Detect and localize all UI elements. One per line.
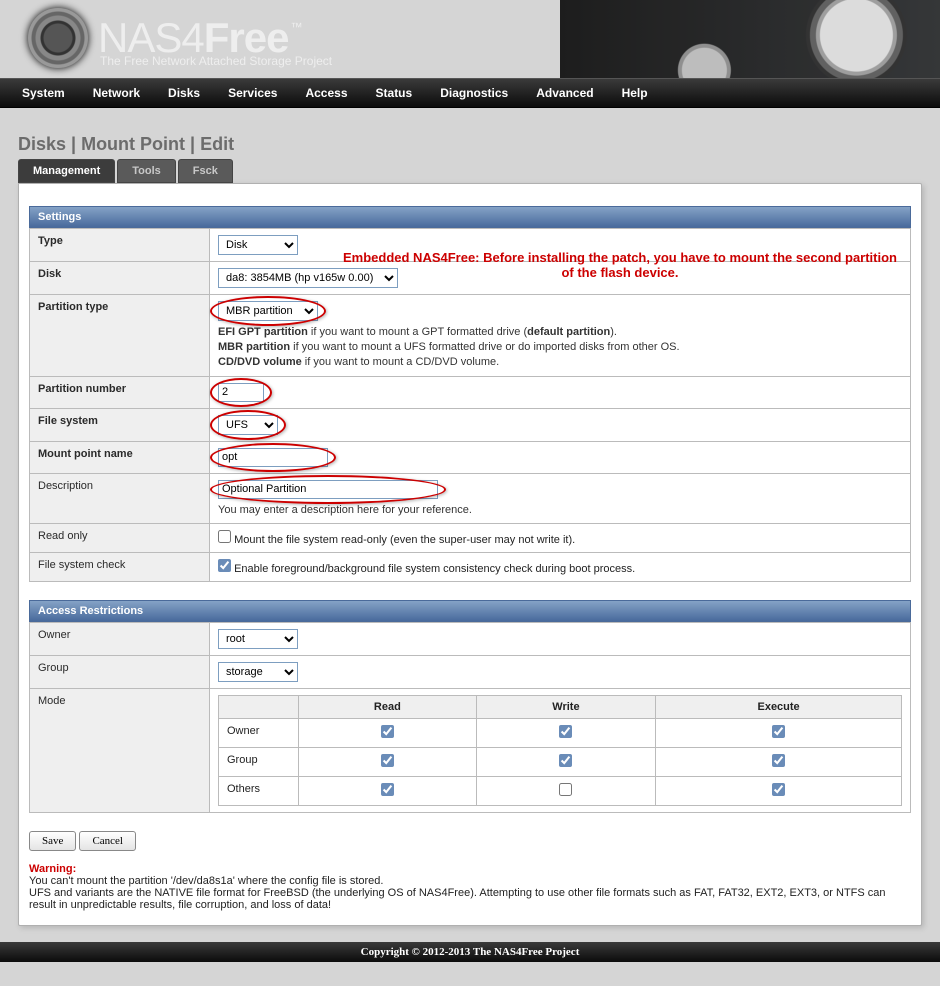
- checkbox-readonly[interactable]: [218, 530, 231, 543]
- input-mountpoint-name[interactable]: [218, 448, 328, 467]
- footer: Copyright © 2012-2013 The NAS4Free Proje…: [0, 942, 940, 962]
- nav-access[interactable]: Access: [305, 86, 347, 100]
- label-desc: Description: [30, 473, 210, 524]
- label-mode: Mode: [30, 689, 210, 813]
- label-readonly: Read only: [30, 524, 210, 553]
- perm-others-exec[interactable]: [772, 783, 785, 796]
- header-art: [560, 0, 940, 78]
- header-banner: NAS4Free™ The Free Network Attached Stor…: [0, 0, 940, 78]
- save-button[interactable]: Save: [29, 831, 76, 851]
- warning-head: Warning:: [29, 863, 76, 875]
- subtabs: Management Tools Fsck: [18, 159, 922, 183]
- label-disk: Disk: [30, 262, 210, 295]
- row-owner: Owner: [219, 719, 299, 748]
- cancel-button[interactable]: Cancel: [79, 831, 136, 851]
- select-partition-type[interactable]: MBR partition: [218, 301, 318, 321]
- perm-group-read[interactable]: [381, 754, 394, 767]
- access-table: Owner root Group storage Mode: [29, 622, 911, 813]
- perm-group-write[interactable]: [559, 754, 572, 767]
- perm-others-write[interactable]: [559, 783, 572, 796]
- perm-owner-read[interactable]: [381, 725, 394, 738]
- brand-slogan: The Free Network Attached Storage Projec…: [100, 54, 332, 68]
- nav-diagnostics[interactable]: Diagnostics: [440, 86, 508, 100]
- tab-fsck[interactable]: Fsck: [178, 159, 233, 183]
- warning-l1: You can't mount the partition '/dev/da8s…: [29, 875, 383, 887]
- logo-icon: [28, 8, 88, 68]
- label-type: Type: [30, 229, 210, 262]
- select-type[interactable]: Disk: [218, 235, 298, 255]
- warning-l2: UFS and variants are the NATIVE file for…: [29, 887, 886, 911]
- nav-system[interactable]: System: [22, 86, 65, 100]
- permissions-grid: Read Write Execute Owner Group: [218, 695, 902, 806]
- select-group[interactable]: storage: [218, 662, 298, 682]
- warning-block: Warning: You can't mount the partition '…: [29, 863, 911, 911]
- breadcrumb: Disks | Mount Point | Edit: [18, 134, 922, 155]
- help-ptype: EFI GPT partition if you want to mount a…: [218, 325, 902, 370]
- embed-notice: Embedded NAS4Free: Before installing the…: [340, 250, 900, 280]
- section-access: Access Restrictions: [29, 600, 911, 622]
- nav-status[interactable]: Status: [376, 86, 413, 100]
- settings-table: Type Disk Disk da8: 3854MB (hp v165w 0.0…: [29, 228, 911, 582]
- caption-fsck: Enable foreground/background file system…: [234, 563, 635, 575]
- select-owner[interactable]: root: [218, 629, 298, 649]
- label-group: Group: [30, 656, 210, 689]
- nav-network[interactable]: Network: [93, 86, 140, 100]
- tab-tools[interactable]: Tools: [117, 159, 176, 183]
- nav-help[interactable]: Help: [622, 86, 648, 100]
- col-exec: Execute: [656, 696, 902, 719]
- tab-management[interactable]: Management: [18, 159, 115, 183]
- perm-owner-write[interactable]: [559, 725, 572, 738]
- caption-readonly: Mount the file system read-only (even th…: [234, 534, 575, 546]
- input-partition-number[interactable]: [218, 383, 264, 402]
- nav-services[interactable]: Services: [228, 86, 277, 100]
- nav-disks[interactable]: Disks: [168, 86, 200, 100]
- label-pnum: Partition number: [30, 376, 210, 408]
- label-mpname: Mount point name: [30, 441, 210, 473]
- section-settings: Settings: [29, 206, 911, 228]
- main-nav: System Network Disks Services Access Sta…: [0, 78, 940, 108]
- label-ptype: Partition type: [30, 295, 210, 377]
- perm-owner-exec[interactable]: [772, 725, 785, 738]
- help-desc: You may enter a description here for you…: [218, 503, 902, 518]
- label-owner: Owner: [30, 623, 210, 656]
- col-read: Read: [299, 696, 477, 719]
- input-description[interactable]: [218, 480, 438, 499]
- checkbox-fsck[interactable]: [218, 559, 231, 572]
- perm-group-exec[interactable]: [772, 754, 785, 767]
- row-group: Group: [219, 748, 299, 777]
- row-others: Others: [219, 777, 299, 806]
- brand-tm: ™: [290, 20, 301, 34]
- perm-others-read[interactable]: [381, 783, 394, 796]
- label-fs: File system: [30, 408, 210, 441]
- nav-advanced[interactable]: Advanced: [536, 86, 593, 100]
- col-write: Write: [476, 696, 656, 719]
- select-filesystem[interactable]: UFS: [218, 415, 278, 435]
- form-panel: Settings Type Disk Disk da8: 3854MB (hp …: [18, 183, 922, 926]
- label-fsck: File system check: [30, 553, 210, 582]
